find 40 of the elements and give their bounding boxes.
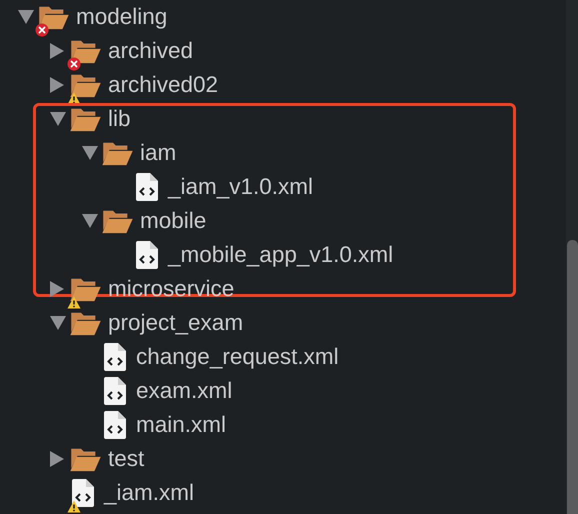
folder-name[interactable]: mobile [140, 208, 206, 234]
folder-icon [102, 208, 133, 234]
collapsed-arrow-icon[interactable] [50, 281, 64, 297]
xml-file-icon [136, 173, 158, 201]
file-name[interactable]: _iam_v1.0.xml [168, 174, 314, 200]
collapsed-arrow-icon[interactable] [50, 451, 64, 467]
folder-icon [70, 310, 101, 336]
folder-icon [70, 72, 101, 98]
expanded-arrow-icon[interactable] [18, 10, 34, 24]
folder-icon [70, 446, 101, 472]
folder-icon [70, 106, 101, 132]
folder-icon [38, 4, 69, 30]
expanded-arrow-icon[interactable] [50, 112, 66, 126]
xml-file-icon [104, 343, 126, 371]
file-name[interactable]: _mobile_app_v1.0.xml [168, 242, 394, 268]
file-name[interactable]: exam.xml [136, 378, 232, 404]
folder-name[interactable]: lib [108, 106, 131, 132]
collapsed-arrow-icon[interactable] [50, 43, 64, 59]
folder-icon [70, 38, 101, 64]
collapsed-arrow-icon[interactable] [50, 77, 64, 93]
folder-name[interactable]: archived [108, 38, 194, 64]
scrollbar[interactable] [566, 0, 578, 514]
xml-file-icon [104, 377, 126, 405]
folder-name[interactable]: archived02 [108, 72, 218, 98]
folder-name[interactable]: iam [140, 140, 176, 166]
file-name[interactable]: change_request.xml [136, 344, 339, 370]
folder-name[interactable]: modeling [76, 4, 168, 30]
xml-file-icon [104, 411, 126, 439]
xml-file-icon [136, 241, 158, 269]
folder-name[interactable]: project_exam [108, 310, 244, 336]
folder-icon [70, 276, 101, 302]
expanded-arrow-icon[interactable] [50, 316, 66, 330]
file-name[interactable]: _iam.xml [104, 480, 194, 506]
folder-name[interactable]: test [108, 446, 144, 472]
expanded-arrow-icon[interactable] [82, 214, 98, 228]
file-name[interactable]: main.xml [136, 412, 226, 438]
folder-icon [102, 140, 133, 166]
xml-file-icon [72, 479, 94, 507]
expanded-arrow-icon[interactable] [82, 146, 98, 160]
scrollbar-thumb[interactable] [567, 240, 578, 514]
